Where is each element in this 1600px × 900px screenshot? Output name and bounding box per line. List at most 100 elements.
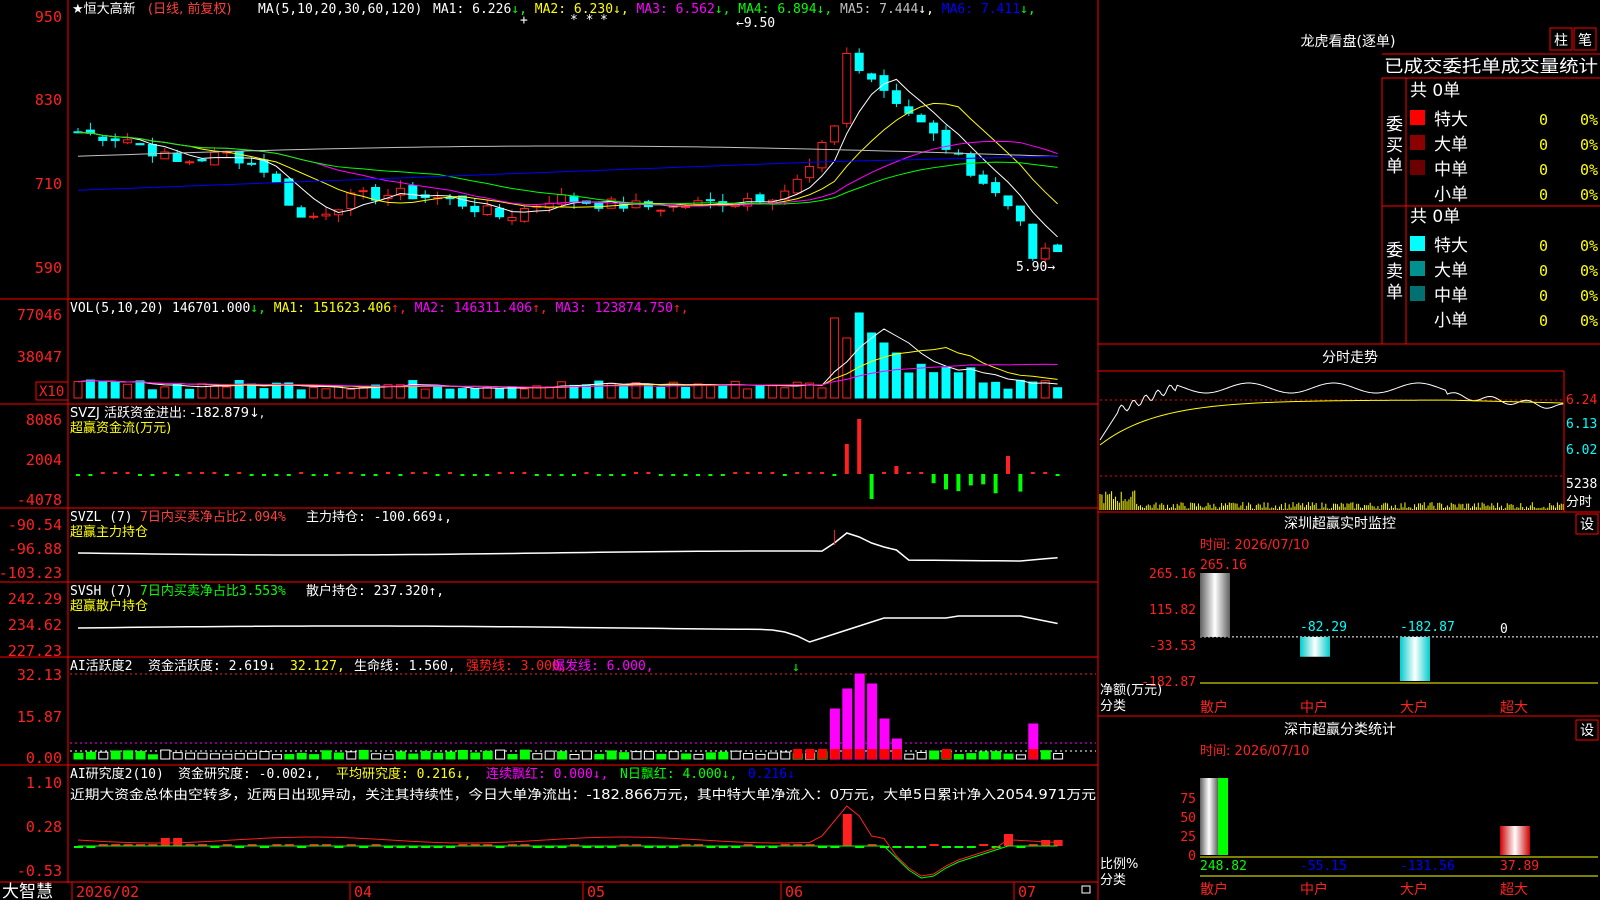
classify-bar [1200, 778, 1218, 855]
volume-bar [966, 367, 976, 399]
order-side-char: 买 [1386, 136, 1403, 156]
activity-bar [85, 751, 96, 760]
activity-bar [780, 751, 791, 760]
candle [978, 174, 988, 184]
candle [507, 216, 517, 222]
svg-text:散户持仓: 237.320↑,: 散户持仓: 237.320↑, [306, 583, 444, 599]
buy-order-table: 共 0单委买单 特大 0 0% 大单 0 0% 中单 0 0% 小单 0 0% [1386, 81, 1598, 205]
svg-text:115.82: 115.82 [1149, 603, 1196, 618]
svg-text:242.29: 242.29 [8, 590, 62, 608]
flow-bar [745, 472, 750, 474]
svg-text:柱: 柱 [1554, 33, 1568, 49]
activity-bar [619, 752, 630, 760]
flow-bar [683, 474, 688, 476]
flow-bar [646, 472, 651, 474]
lock-icon[interactable] [1081, 885, 1091, 894]
volume-bar [333, 386, 343, 399]
activity-bar [185, 752, 196, 760]
flow-bar [485, 474, 490, 476]
flow-bar [658, 474, 663, 476]
volume-bar [891, 352, 901, 399]
activity-bar [408, 753, 419, 760]
monitor-bar [1200, 573, 1230, 637]
volume-bar [1053, 387, 1063, 399]
flow-bar [733, 472, 738, 474]
candle [284, 178, 294, 206]
activity-bar [507, 754, 518, 760]
candle [656, 209, 666, 212]
ma-line [77, 102, 1058, 208]
monitor-category: 大户 [1400, 699, 1428, 716]
flow-bar [410, 472, 415, 474]
candle [209, 151, 219, 166]
volume-bar [1015, 379, 1025, 399]
activity-bar [743, 753, 754, 760]
activity-bar [445, 751, 456, 760]
flow-bar [274, 474, 279, 476]
low-price-label: 5.90→ [1016, 260, 1055, 275]
flow-bar [497, 472, 502, 474]
vol-arrow: ↑, [673, 301, 689, 316]
candle [1003, 195, 1013, 207]
research-bar [904, 846, 914, 848]
volume-bar [185, 388, 195, 399]
vol-value: MA3: 123874.750 [548, 301, 673, 316]
flow-bar [572, 474, 576, 476]
flow-bar [931, 474, 936, 484]
flow-bar [981, 474, 986, 485]
order-type: 小单 [1434, 185, 1468, 205]
activity-bar [135, 751, 146, 760]
order-type: 特大 [1434, 110, 1468, 130]
order-type: 中单 [1434, 286, 1468, 306]
svg-text:-96.88: -96.88 [8, 540, 62, 558]
svg-text:77046: 77046 [17, 306, 62, 324]
svg-text:950: 950 [35, 8, 62, 26]
ai-activity-bars [70, 673, 1096, 760]
activity-bar [681, 753, 692, 760]
svg-text:15.87: 15.87 [17, 708, 62, 726]
activity-bar [309, 754, 320, 760]
order-side-char: 委 [1386, 115, 1403, 135]
activity-red [942, 749, 951, 759]
ai-research-bars [74, 805, 1063, 879]
flow-bar [150, 474, 155, 476]
svg-text:AI活跃度2: AI活跃度2 [70, 658, 132, 674]
volume-bar [929, 372, 939, 399]
activity-bar [656, 753, 667, 760]
flow-bar [398, 474, 403, 476]
activity-bar [730, 750, 741, 760]
svg-text:75: 75 [1180, 792, 1196, 807]
flow-bar [671, 474, 676, 476]
vol-value: MA2: 146311.406 [407, 301, 532, 316]
classify-chart: 248.82 散户 -55.15 中户 -131.56 大户 37.89 超大 [1200, 778, 1598, 898]
candle [495, 207, 505, 218]
classify-category: 散户 [1200, 881, 1228, 898]
flow-bar [956, 474, 961, 492]
vol-header: VOL(5,10,20) 146701.000↓, MA1: 151623.40… [70, 301, 689, 316]
svg-text:50: 50 [1180, 811, 1196, 826]
candle [457, 195, 467, 207]
volume-bar [730, 380, 740, 399]
svg-text:平均研究度: 0.216↓,: 平均研究度: 0.216↓, [336, 766, 471, 782]
order-total: 共 0单 [1410, 207, 1460, 227]
volume-bar [147, 389, 157, 399]
vol-arrow: ↓, [250, 301, 266, 316]
volume-bar [222, 386, 232, 399]
order-color-swatch [1410, 110, 1425, 125]
flow-bar [782, 474, 787, 476]
ma-line [77, 155, 1058, 191]
candle [185, 161, 195, 164]
volume-bar [743, 388, 753, 399]
volume-bar [916, 363, 926, 399]
flow-bar [944, 474, 948, 490]
volume-bar [346, 388, 356, 399]
order-type: 大单 [1434, 261, 1468, 281]
flow-bar [113, 472, 118, 474]
ma-value: MA4: 6.894 [730, 2, 816, 17]
monitor-y-label: 净额(万元) [1100, 683, 1162, 698]
flow-bar [1018, 474, 1023, 492]
flow-bar [299, 472, 304, 474]
monitor-value-label: 0 [1500, 622, 1508, 637]
flow-bar [100, 472, 105, 474]
activity-bar [631, 751, 642, 760]
